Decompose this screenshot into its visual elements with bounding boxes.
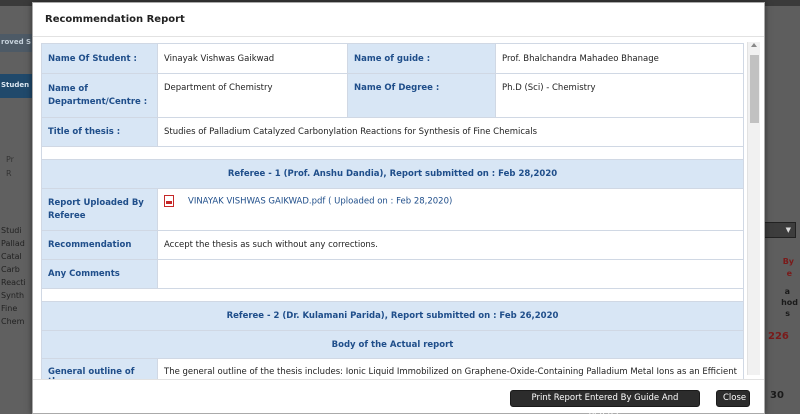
student-name-value: Vinayak Vishwas Gaikwad xyxy=(157,43,348,74)
table-row: Referee - 1 (Prof. Anshu Dandia), Report… xyxy=(41,159,744,189)
background-right-dark-text: a hod s xyxy=(781,287,798,318)
table-row: Name Of Student : Vinayak Vishwas Gaikwa… xyxy=(41,43,744,74)
background-dropdown: ▼ xyxy=(760,222,796,238)
recommendation-value: Accept the thesis as such without any co… xyxy=(157,230,744,260)
general-outline-label: General outline of the xyxy=(41,358,158,379)
table-row: Any Comments xyxy=(41,259,744,289)
recommendation-report-modal: Recommendation Report Name Of Student : … xyxy=(32,2,765,414)
report-table: Name Of Student : Vinayak Vishwas Gaikwa… xyxy=(41,43,744,379)
table-row: Referee - 2 (Dr. Kulamani Parida), Repor… xyxy=(41,301,744,331)
department-label: Name of Department/Centre : xyxy=(41,73,158,118)
pdf-file-icon xyxy=(164,195,174,207)
background-count-2: 30 xyxy=(770,390,784,401)
general-outline-value: The general outline of the thesis includ… xyxy=(157,358,744,379)
department-value: Department of Chemistry xyxy=(157,73,348,118)
table-spacer xyxy=(41,146,744,160)
referee-2-header: Referee - 2 (Dr. Kulamani Parida), Repor… xyxy=(41,301,744,331)
uploaded-on-text: ( Uploaded on : Feb 28,2020) xyxy=(328,196,453,207)
referee-1-header: Referee - 1 (Prof. Anshu Dandia), Report… xyxy=(41,159,744,189)
table-row: Report Uploaded By Referee VINAYAK VISHW… xyxy=(41,188,744,231)
background-tab-approved: roved S xyxy=(0,34,32,52)
close-button[interactable]: Close xyxy=(716,390,750,407)
comments-label: Any Comments xyxy=(41,259,158,289)
table-row: Name of Department/Centre : Department o… xyxy=(41,73,744,118)
guide-name-label: Name of guide : xyxy=(347,43,496,74)
modal-header: Recommendation Report xyxy=(33,3,764,37)
student-name-label: Name Of Student : xyxy=(41,43,158,74)
report-file-link[interactable]: VINAYAK VISHWAS GAIKWAD.pdf xyxy=(188,197,325,207)
modal-scrollbar[interactable] xyxy=(747,42,760,375)
guide-name-value: Prof. Bhalchandra Mahadeo Bhanage xyxy=(495,43,744,74)
table-row: Recommendation Accept the thesis as such… xyxy=(41,230,744,260)
report-uploaded-label: Report Uploaded By Referee xyxy=(41,188,158,231)
modal-title: Recommendation Report xyxy=(45,14,185,25)
modal-footer: Print Report Entered By Guide And Refere… xyxy=(33,379,764,414)
background-right-panel xyxy=(766,6,800,414)
comments-value xyxy=(157,259,744,289)
degree-value: Ph.D (Sci) - Chemistry xyxy=(495,73,744,118)
degree-label: Name Of Degree : xyxy=(347,73,496,118)
scroll-up-arrow-icon[interactable] xyxy=(751,43,757,47)
table-row: Title of thesis : Studies of Palladium C… xyxy=(41,117,744,147)
background-right-red-text: By e xyxy=(782,257,794,278)
modal-body[interactable]: Name Of Student : Vinayak Vishwas Gaikwa… xyxy=(33,38,764,379)
background-left-panel xyxy=(0,6,32,414)
report-body-header: Body of the Actual report xyxy=(41,330,744,359)
table-row: Body of the Actual report xyxy=(41,330,744,359)
background-thesis-text: Studi Pallad Catal Carb Reacti Synth Fin… xyxy=(1,226,26,326)
recommendation-label: Recommendation xyxy=(41,230,158,260)
table-spacer xyxy=(41,288,744,302)
background-tab-student: Studen xyxy=(0,74,32,98)
thesis-title-label: Title of thesis : xyxy=(41,117,158,147)
scrollbar-thumb[interactable] xyxy=(750,55,759,123)
chevron-down-icon: ▼ xyxy=(785,226,791,234)
table-row: General outline of the The general outli… xyxy=(41,358,744,379)
background-count-1: 226 xyxy=(768,331,789,342)
background-left-labels: Pr R xyxy=(6,155,14,178)
thesis-title-value: Studies of Palladium Catalyzed Carbonyla… xyxy=(157,117,744,147)
report-file-cell: VINAYAK VISHWAS GAIKWAD.pdf ( Uploaded o… xyxy=(157,188,744,231)
print-report-button[interactable]: Print Report Entered By Guide And Refere… xyxy=(510,390,700,414)
